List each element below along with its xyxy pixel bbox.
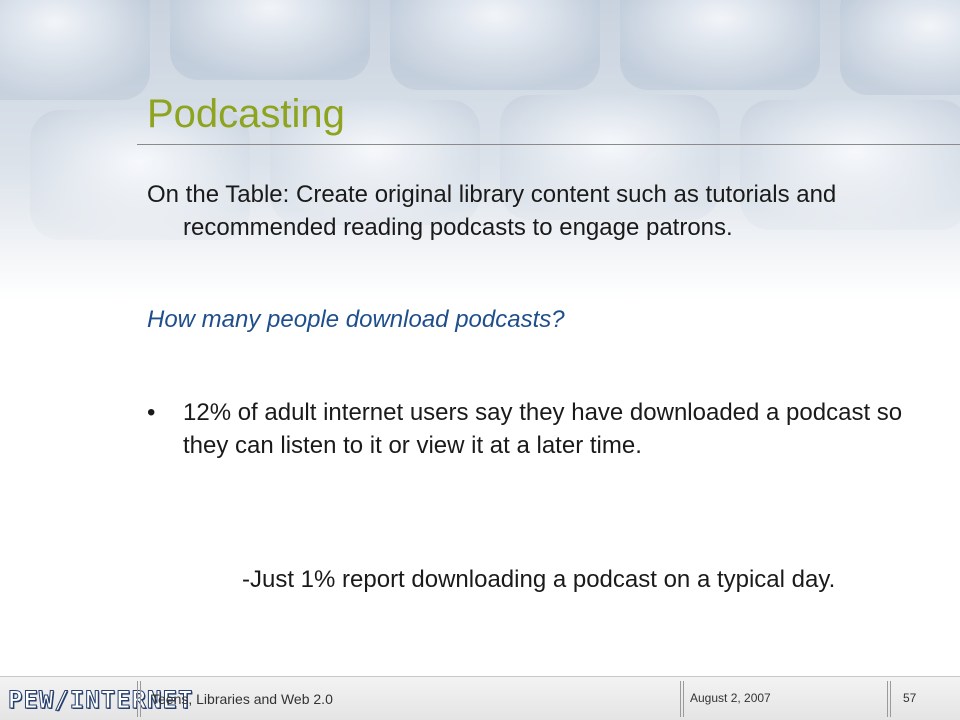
- footer-divider: [140, 681, 141, 717]
- intro-paragraph: On the Table: Create original library co…: [147, 181, 837, 241]
- footer-divider: [137, 681, 138, 717]
- footer-divider: [887, 681, 888, 717]
- footer-divider: [890, 681, 891, 717]
- bullet-icon: •: [147, 399, 156, 426]
- page-number: 57: [903, 691, 917, 705]
- title-divider: [137, 144, 960, 145]
- sub-point-text: -Just 1% report downloading a podcast on…: [242, 566, 836, 593]
- footer-divider: [683, 681, 684, 717]
- slide: Podcasting On the Table: Create original…: [0, 0, 960, 720]
- keyboard-background-image: [0, 0, 960, 300]
- presentation-title: Teens, Libraries and Web 2.0: [151, 691, 333, 707]
- bullet-item: • 12% of adult internet users say they h…: [147, 396, 907, 462]
- footer-divider: [680, 681, 681, 717]
- question-text: How many people download podcasts?: [147, 306, 565, 333]
- bullet-text: 12% of adult internet users say they hav…: [183, 399, 903, 459]
- slide-footer: PEW/INTERNET Teens, Libraries and Web 2.…: [0, 676, 960, 720]
- presentation-date: August 2, 2007: [690, 691, 771, 705]
- slide-title: Podcasting: [147, 92, 345, 136]
